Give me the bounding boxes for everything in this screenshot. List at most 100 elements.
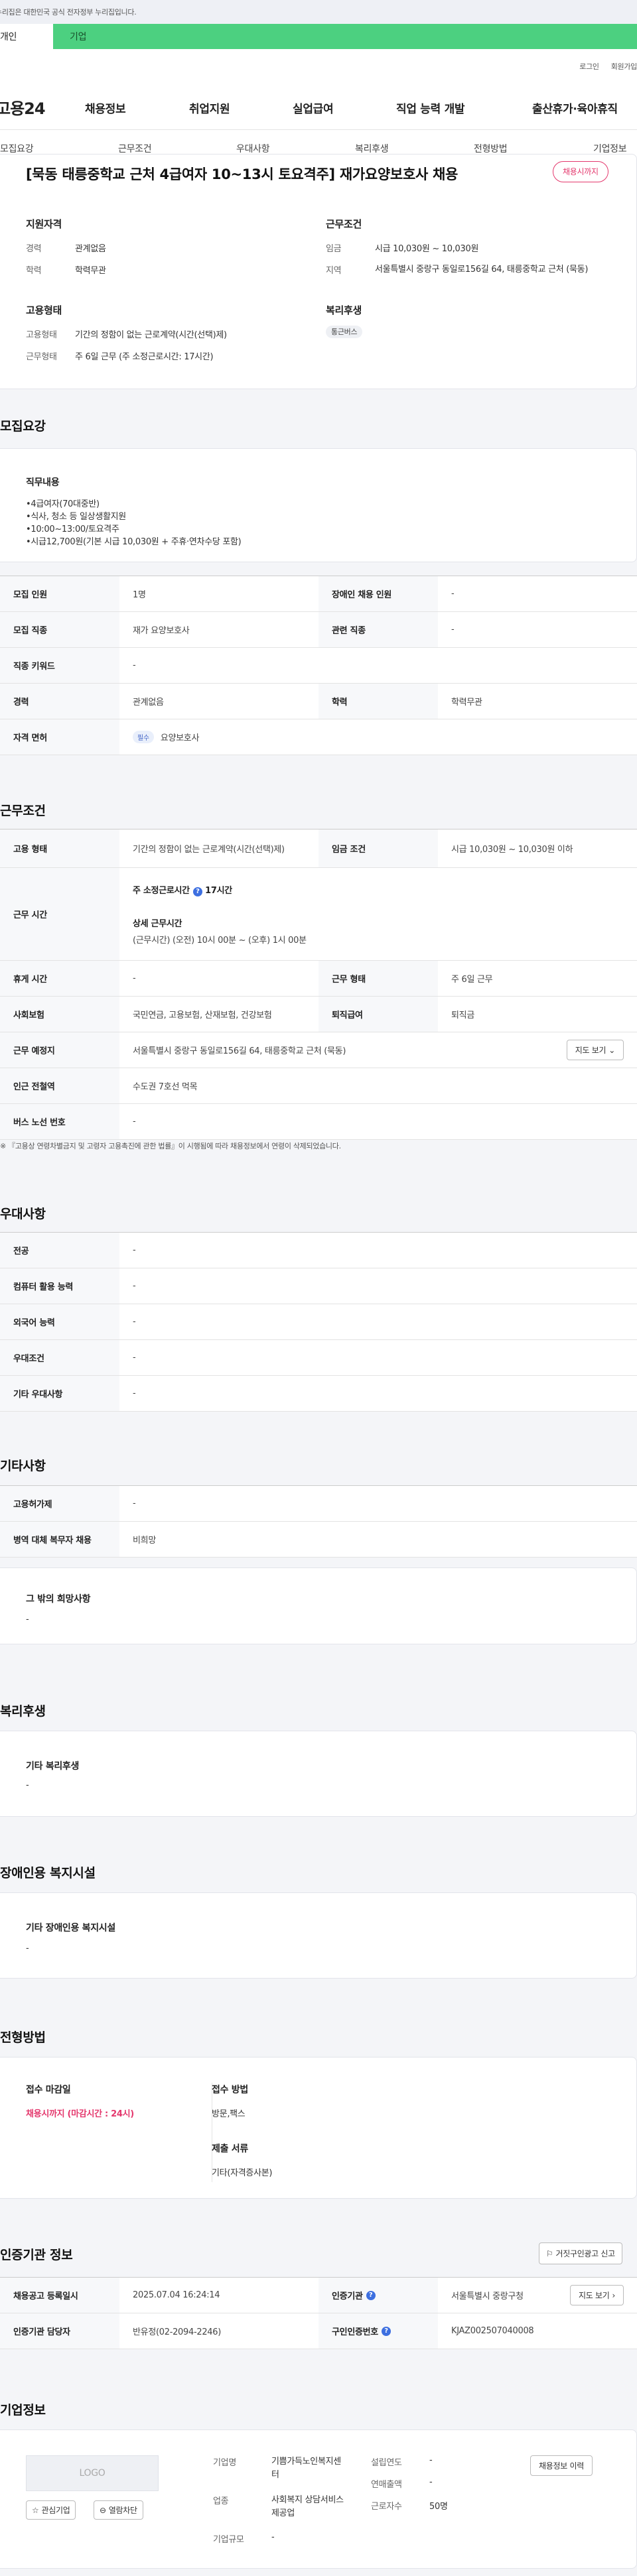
company-name: 기쁨가득노인복지센터	[271, 2457, 341, 2480]
star-icon: ☆	[32, 2505, 39, 2515]
tab-personal-label: 개인	[0, 32, 17, 42]
info-icon[interactable]: ?	[192, 887, 202, 896]
map-button[interactable]: 지도 보기 ⌄	[566, 1040, 624, 1060]
qualification-block: 지원자격 경력 관계없음 학력 학력무관	[26, 217, 106, 276]
header-cell: 모집 직종	[0, 612, 119, 647]
value-cell: -	[133, 1499, 136, 1508]
value-cell: 반유정(02-2094-2246)	[133, 2327, 222, 2337]
table-row: 외국어 능력 -	[0, 1304, 637, 1340]
disability-card: 기타 장애인용 복지시설 -	[0, 1892, 637, 1979]
report-button[interactable]: ⚐ 거짓구인광고 신고	[539, 2242, 622, 2264]
value-cell: -	[133, 1245, 136, 1255]
tab-personal[interactable]: 개인	[0, 24, 53, 49]
table-row: 우대조건 -	[0, 1340, 637, 1376]
header-cell: 구인인증번호?	[318, 2313, 438, 2349]
service-bar: 개인 기업	[0, 24, 637, 49]
benefit-value: -	[26, 1780, 29, 1790]
header-cell: 임금 조건	[318, 829, 438, 867]
num-label: 구인인증번호	[332, 2327, 378, 2337]
table-row: 컴퓨터 활용 능력 -	[0, 1268, 637, 1304]
docs-label: 제출 서류	[212, 2144, 248, 2154]
nav-parental-leave[interactable]: 출산휴가·육아휴직	[532, 99, 618, 116]
header-cell: 직종 키워드	[0, 648, 119, 683]
tab-recruit[interactable]: 모집요강	[0, 142, 34, 155]
value-cell: -	[133, 973, 136, 983]
tab-benefit[interactable]: 복리후생	[355, 142, 389, 155]
header-cell: 근무 시간	[0, 868, 119, 960]
section-company-title: 기업정보	[0, 2403, 46, 2418]
disability-heading: 기타 장애인용 복지시설	[26, 1923, 115, 1933]
duty-line: •10:00~13:00/토요격주	[26, 524, 119, 534]
block-button[interactable]: ⊖ 열람차단	[94, 2500, 143, 2520]
header-cell: 장애인 채용 인원	[318, 576, 438, 611]
tab-pref[interactable]: 우대사항	[236, 142, 270, 155]
value-cell: 2025.07.04 16:24:14	[133, 2290, 220, 2300]
tab-company[interactable]: 기업	[53, 24, 113, 49]
table-row: 인근 전철역 수도권 7호선 먹목	[0, 1068, 637, 1104]
value-cell: -	[451, 625, 455, 635]
signup-link[interactable]: 회원가입	[611, 61, 637, 72]
section-benefit-title: 복리후생	[0, 1704, 46, 1719]
license-value: 요양보호사	[160, 733, 200, 743]
favorite-company-button[interactable]: ☆ 관심기업	[26, 2500, 76, 2520]
duty-heading: 직무내용	[26, 477, 60, 488]
emp-type-value: 기간의 정함이 없는 근로계약(시간(선택)제)	[75, 330, 227, 340]
info-icon[interactable]: ?	[381, 2326, 391, 2336]
company-card: LOGO ☆ 관심기업 ⊖ 열람차단 기업명 기쁨가득노인복지센터 업종 사회복지 상담…	[0, 2429, 637, 2569]
value-cell: 주 6일 근무	[451, 975, 493, 985]
duty-line: •식사, 청소 등 일상생활지원	[26, 512, 126, 522]
header-cell: 고용 형태	[0, 829, 119, 867]
login-link[interactable]: 로그인	[579, 61, 599, 72]
header-cell: 모집 인원	[0, 576, 119, 611]
cert-map-button[interactable]: 지도 보기 ›	[570, 2285, 624, 2305]
method-block: 접수 방법 방문,팩스 제출 서류 기타(자격증사본)	[212, 2083, 272, 2178]
logo-placeholder-text: LOGO	[79, 2468, 106, 2479]
table-row: 모집 직종 재가 요양보호사 관련 직종 -	[0, 612, 637, 648]
company-name-label: 기업명	[213, 2458, 236, 2468]
header-cell: 퇴직급여	[318, 997, 438, 1032]
header-cell: 자격 면허	[0, 719, 119, 755]
table-row: 모집 인원 1명 장애인 채용 인원 -	[0, 576, 637, 612]
detail-hours-value: (근무시간) (오전) 10시 00분 ~ (오후) 1시 00분	[133, 935, 307, 946]
etc-table: 고용허가제 - 병역 대체 복무자 채용 비희망	[0, 1485, 637, 1558]
hiring-history-button[interactable]: 채용정보 이력	[530, 2455, 593, 2476]
tab-work[interactable]: 근무조건	[118, 142, 152, 155]
tab-selection[interactable]: 전형방법	[474, 142, 508, 155]
section-etc-title: 기타사항	[0, 1459, 46, 1473]
table-row: 경력 관계없음 학력 학력무관	[0, 684, 637, 719]
nav-unemployment[interactable]: 실업급여	[293, 99, 334, 116]
job-title: [묵동 태릉중학교 근처 4급여자 10~13시 토요격주] 재가요양보호사 채…	[26, 166, 459, 182]
value-cell: 주 소정근로시간? 17시간 상세 근무시간 (근무시간) (오전) 10시 0…	[119, 868, 637, 960]
weekly-hours-value: 17시간	[205, 885, 232, 896]
report-button-label: 거짓구인광고 신고	[555, 2249, 615, 2258]
header-cell: 학력	[318, 684, 438, 719]
other-card: 그 밖의 희망사항 -	[0, 1567, 637, 1644]
section-cert-title: 인증기관 정보	[0, 2248, 73, 2262]
info-icon[interactable]: ?	[366, 2290, 376, 2300]
value-cell: -	[133, 1388, 136, 1398]
header-cell: 컴퓨터 활용 능력	[0, 1268, 119, 1304]
header-cell: 병역 대체 복무자 채용	[0, 1522, 119, 1557]
nav-training[interactable]: 직업 능력 개발	[396, 99, 465, 116]
recruit-table: 모집 인원 1명 장애인 채용 인원 - 모집 직종 재가 요양보호사 관련 직…	[0, 576, 637, 755]
employees-value: 50명	[429, 2502, 448, 2512]
header-cell: 관련 직종	[318, 612, 438, 647]
nav-employment-support[interactable]: 취업지원	[189, 99, 230, 116]
value-cell: 재가 요양보호사	[133, 626, 190, 636]
header-cell: 경력	[0, 684, 119, 719]
disability-value: -	[26, 1943, 29, 1953]
header-cell: 인증기관?	[318, 2278, 438, 2313]
table-row: 사회보험 국민연금, 고용보험, 산재보험, 건강보험 퇴직급여 퇴직금	[0, 997, 637, 1032]
value-cell: -	[133, 1281, 136, 1291]
header-cell: 고용허가제	[0, 1486, 119, 1521]
emp-type-label: 고용형태	[26, 330, 57, 340]
header-cell: 휴게 시간	[0, 961, 119, 996]
sales-label: 연매출액	[371, 2480, 402, 2490]
value-cell: -	[133, 1317, 136, 1327]
tab-company-info[interactable]: 기업정보	[593, 142, 627, 155]
value-cell: KJAZ002507040008	[451, 2326, 534, 2336]
welfare-tag: 통근버스	[326, 326, 363, 338]
cert-map-label: 지도 보기	[579, 2291, 610, 2300]
nav-jobs[interactable]: 채용정보	[85, 99, 126, 116]
table-row: 버스 노선 번호 -	[0, 1104, 637, 1140]
